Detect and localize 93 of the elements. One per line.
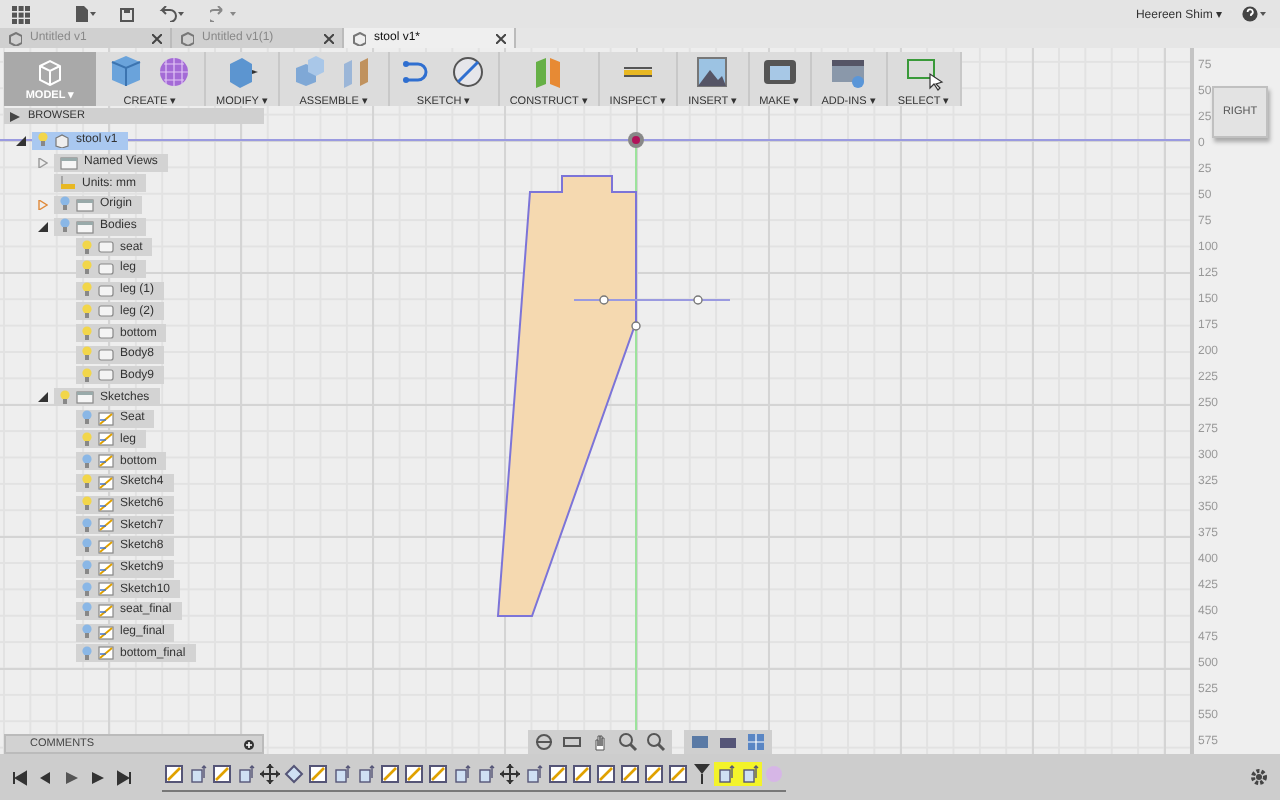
light-bulb-icon[interactable] <box>38 132 48 149</box>
light-bulb-icon[interactable] <box>82 303 92 320</box>
orbit-icon[interactable] <box>534 732 554 752</box>
sketch-point[interactable] <box>631 321 641 331</box>
expanded-arrow-icon[interactable] <box>16 135 26 146</box>
expanded-arrow-icon[interactable] <box>38 221 48 232</box>
component-icon <box>54 133 70 148</box>
sketch-icon <box>98 646 114 661</box>
zoom-window-icon[interactable] <box>646 732 666 752</box>
look-at-icon[interactable] <box>562 732 582 752</box>
step-back-icon[interactable] <box>38 769 54 785</box>
joint-feature-icon[interactable] <box>284 764 304 784</box>
leg-profile[interactable] <box>496 175 637 617</box>
light-bulb-icon[interactable] <box>82 367 92 384</box>
sketch-feature-icon[interactable] <box>164 764 184 784</box>
folder-icon <box>76 390 94 405</box>
visual-style-icon[interactable] <box>718 732 738 752</box>
extrude-feature-icon[interactable] <box>476 764 496 784</box>
image-icon[interactable] <box>692 51 733 91</box>
extrude-feature-icon[interactable] <box>356 764 376 784</box>
sketch-feature-icon[interactable] <box>596 764 616 784</box>
construction-line[interactable] <box>573 295 731 305</box>
sketch-feature-icon[interactable] <box>380 764 400 784</box>
light-bulb-icon[interactable] <box>82 346 92 363</box>
settings-icon[interactable] <box>1250 768 1268 786</box>
timeline-marker[interactable] <box>692 764 712 784</box>
extrude-feature-icon[interactable] <box>524 764 544 784</box>
sketch-feature-icon[interactable] <box>620 764 640 784</box>
light-bulb-icon[interactable] <box>82 282 92 299</box>
skip-to-start-icon[interactable] <box>12 769 28 785</box>
light-bulb-icon[interactable] <box>82 239 92 256</box>
light-bulb-icon[interactable] <box>82 431 92 448</box>
ruler-icon <box>60 176 76 191</box>
sketch-icon <box>98 625 114 640</box>
collapsed-arrow-icon[interactable] <box>38 157 48 168</box>
box-icon <box>8 31 22 45</box>
extrude-feature-icon[interactable] <box>236 764 256 784</box>
sketch-feature-icon[interactable] <box>572 764 592 784</box>
sketch-icon <box>98 582 114 597</box>
step-forward-icon[interactable] <box>90 769 106 785</box>
skip-to-end-icon[interactable] <box>116 769 132 785</box>
light-bulb-icon[interactable] <box>60 389 70 406</box>
box-icon <box>180 31 194 45</box>
light-bulb-icon[interactable] <box>82 260 92 277</box>
file-icon[interactable] <box>74 6 96 22</box>
sketch-icon <box>98 518 114 533</box>
sketch-icon <box>98 539 114 554</box>
sketch-feature-icon[interactable] <box>548 764 568 784</box>
sketch-icon <box>98 475 114 490</box>
origin-point[interactable] <box>628 132 644 148</box>
light-bulb-icon[interactable] <box>82 325 92 342</box>
extrude-feature-icon[interactable] <box>716 764 736 784</box>
help-icon[interactable] <box>1242 6 1268 22</box>
sketch-feature-icon[interactable] <box>404 764 424 784</box>
play-icon[interactable] <box>64 769 80 785</box>
sketch-feature-icon[interactable] <box>308 764 328 784</box>
folder-icon <box>76 219 94 234</box>
apps-grid-icon[interactable] <box>12 5 30 23</box>
display-settings-icon[interactable] <box>690 732 710 752</box>
undo-icon[interactable] <box>158 6 186 22</box>
folder-icon <box>60 155 78 170</box>
extrude-feature-icon[interactable] <box>452 764 472 784</box>
sketch-icon <box>98 411 114 426</box>
light-bulb-icon[interactable] <box>82 496 92 513</box>
collapse-icon[interactable] <box>10 111 20 121</box>
sketch-feature-icon[interactable] <box>212 764 232 784</box>
sketch-icon <box>98 561 114 576</box>
sketch-icon <box>98 497 114 512</box>
add-icon[interactable] <box>244 739 254 749</box>
save-icon[interactable] <box>120 7 134 21</box>
sketch-icon <box>98 454 114 469</box>
sketch-feature-icon[interactable] <box>428 764 448 784</box>
close-icon[interactable] <box>324 33 334 43</box>
cube-icon[interactable] <box>106 51 146 91</box>
zoom-icon[interactable] <box>618 732 638 752</box>
expanded-arrow-icon[interactable] <box>38 392 48 403</box>
box-icon <box>352 31 366 45</box>
extrude-feature-icon[interactable] <box>740 764 760 784</box>
extrude-feature-icon[interactable] <box>188 764 208 784</box>
sketch-feature-icon[interactable] <box>668 764 688 784</box>
pan-hand-icon[interactable] <box>590 732 610 752</box>
light-bulb-icon[interactable] <box>82 474 92 491</box>
close-icon[interactable] <box>496 33 506 43</box>
sketch-icon <box>98 603 114 618</box>
move-feature-icon[interactable] <box>260 764 280 784</box>
move-feature-icon[interactable] <box>500 764 520 784</box>
sketch-icon <box>98 432 114 447</box>
circle-icon[interactable] <box>447 51 488 91</box>
close-icon[interactable] <box>152 33 162 43</box>
sketch-feature-icon[interactable] <box>644 764 664 784</box>
extrude-feature-icon[interactable] <box>332 764 352 784</box>
folder-icon <box>76 197 94 212</box>
redo-icon[interactable] <box>210 6 238 22</box>
